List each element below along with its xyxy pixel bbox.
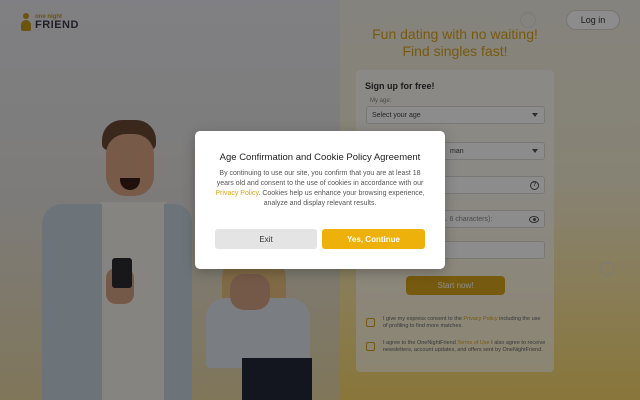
- exit-button[interactable]: Exit: [215, 229, 317, 249]
- privacy-policy-link[interactable]: Privacy Policy: [215, 190, 258, 197]
- yes-continue-button[interactable]: Yes, Continue: [322, 229, 425, 249]
- age-cookie-modal: Age Confirmation and Cookie Policy Agree…: [195, 131, 445, 269]
- modal-body-text: By continuing to use our site, you confi…: [216, 170, 424, 187]
- modal-body-text-end: . Cookies help us enhance your browsing …: [258, 190, 425, 207]
- modal-body: By continuing to use our site, you confi…: [215, 169, 425, 209]
- modal-title: Age Confirmation and Cookie Policy Agree…: [219, 152, 421, 163]
